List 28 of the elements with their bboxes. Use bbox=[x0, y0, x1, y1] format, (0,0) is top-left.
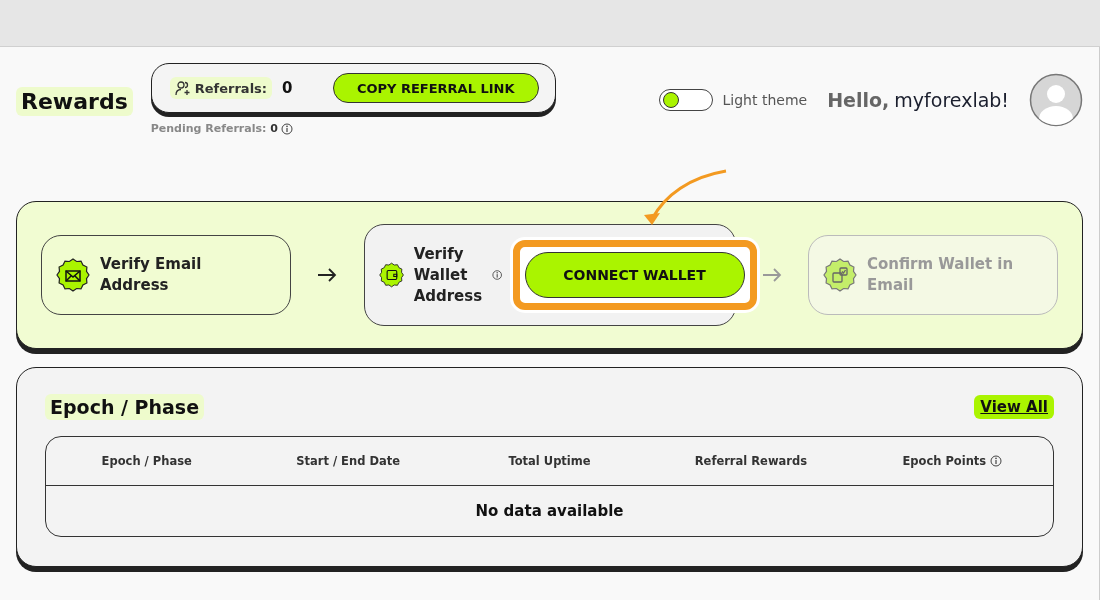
step-label: Verify Email Address bbox=[100, 254, 203, 296]
user-name: myforexlab! bbox=[894, 89, 1009, 111]
column-header: Epoch / Phase bbox=[101, 454, 192, 468]
referral-count: 0 bbox=[282, 79, 293, 97]
toggle-label: Light theme bbox=[722, 92, 808, 108]
page-title: Rewards bbox=[16, 87, 133, 116]
pending-referrals-text: Pending Referrals: 0 bbox=[150, 122, 278, 135]
section-title: Epoch / Phase bbox=[45, 394, 205, 420]
connect-wallet-button[interactable]: CONNECT WALLET bbox=[524, 252, 745, 298]
column-header: Referral Rewards bbox=[694, 454, 808, 468]
avatar-icon[interactable] bbox=[1029, 73, 1083, 127]
step-label: Confirm Wallet in Email bbox=[867, 254, 1015, 296]
wallet-check-badge-icon bbox=[823, 258, 857, 292]
column-header: Epoch Points bbox=[902, 454, 987, 468]
theme-toggle[interactable] bbox=[658, 89, 713, 111]
empty-message: No data available bbox=[475, 502, 624, 520]
greeting-text: Hello, bbox=[827, 89, 890, 111]
copy-referral-link-button[interactable]: COPY REFERRAL LINK bbox=[332, 73, 539, 103]
arrow-icon bbox=[317, 268, 338, 282]
envelope-badge-icon bbox=[56, 258, 90, 292]
info-icon bbox=[280, 122, 293, 135]
referrals-label: Referrals: bbox=[169, 77, 273, 99]
add-user-icon bbox=[174, 80, 191, 96]
column-header: Total Uptime bbox=[508, 454, 591, 468]
arrow-icon bbox=[761, 268, 782, 282]
step-label: Verify Wallet Address bbox=[413, 243, 483, 307]
column-header: Start / End Date bbox=[296, 454, 400, 468]
view-all-link[interactable]: View All bbox=[974, 395, 1054, 419]
